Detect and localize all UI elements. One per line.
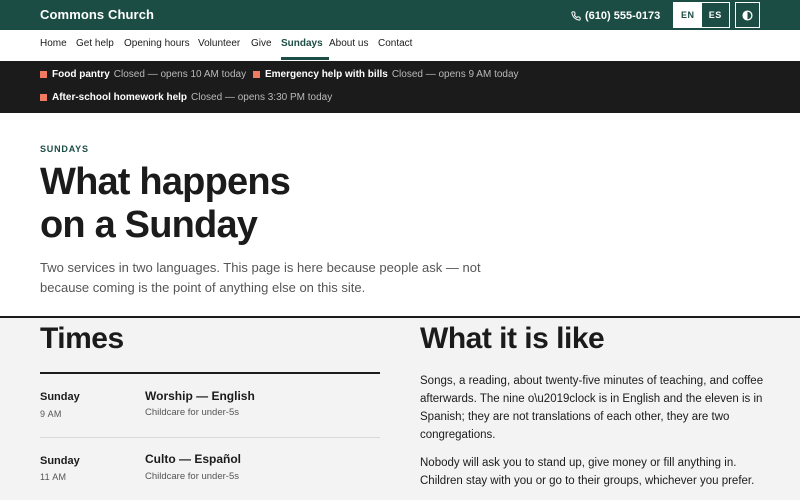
status-emergency-bills[interactable]: Emergency help with bills Closed — opens…	[253, 69, 519, 80]
nav-get-help[interactable]: Get help	[76, 38, 114, 49]
times-heading: Times	[40, 322, 124, 355]
lang-es-button[interactable]: ES	[702, 3, 730, 27]
phone-link[interactable]: (610) 555-0173	[571, 9, 660, 22]
contrast-icon	[742, 9, 753, 21]
lang-en-button[interactable]: EN	[674, 3, 702, 27]
hero-section: SUNDAYS What happens on a Sunday Two ser…	[0, 113, 800, 317]
service-status-bar: Food pantry Closed — opens 10 AM today E…	[0, 61, 800, 113]
nav-volunteer[interactable]: Volunteer	[198, 38, 240, 49]
section-eyebrow: SUNDAYS	[40, 144, 89, 154]
nav-give[interactable]: Give	[251, 38, 272, 49]
status-name: After-school homework help	[52, 92, 188, 103]
nav-about-us[interactable]: About us	[329, 38, 368, 49]
status-square-icon	[253, 71, 260, 78]
status-food-pantry[interactable]: Food pantry Closed — opens 10 AM today	[40, 69, 246, 80]
status-text: Closed — opens 10 AM today	[113, 69, 247, 80]
status-name: Emergency help with bills	[265, 69, 388, 80]
status-name: Food pantry	[52, 69, 110, 80]
status-homework-help[interactable]: After-school homework help Closed — open…	[40, 92, 332, 103]
lead-paragraph: Two services in two languages. This page…	[40, 260, 481, 295]
service-day: Sunday	[40, 391, 80, 403]
nav-sundays[interactable]: Sundays	[281, 38, 323, 49]
service-time: 11 AM	[40, 472, 67, 482]
status-square-icon	[40, 94, 47, 101]
status-text: Closed — opens 3:30 PM today	[191, 92, 333, 103]
service-note: Childcare for under-5s	[145, 407, 239, 418]
page-title-line-1: What happens	[40, 161, 291, 203]
service-time: 9 AM	[40, 409, 62, 419]
page-title-line-2: on a Sunday	[40, 204, 258, 246]
service-name: Culto — Español	[145, 452, 241, 466]
nav-home[interactable]: Home	[40, 38, 67, 49]
service-note: Childcare for under-5s	[145, 471, 239, 482]
phone-number: (610) 555-0173	[585, 9, 661, 22]
status-square-icon	[40, 71, 47, 78]
top-bar: Commons Church (610) 555-0173 EN ES	[0, 0, 800, 30]
times-rule	[40, 372, 380, 374]
main-nav: Home Get help Opening hours Volunteer Gi…	[0, 30, 800, 61]
status-text: Closed — opens 9 AM today	[391, 69, 519, 80]
section-divider	[0, 316, 800, 318]
contrast-toggle-button[interactable]	[735, 2, 760, 28]
phone-icon	[571, 10, 581, 21]
service-name: Worship — English	[145, 389, 255, 403]
nav-opening-hours[interactable]: Opening hours	[124, 38, 190, 49]
nav-active-indicator	[281, 57, 329, 60]
site-brand[interactable]: Commons Church	[40, 7, 154, 22]
description-paragraph-1: Songs, a reading, about twenty-five minu…	[420, 375, 764, 441]
description-paragraph-2: Nobody will ask you to stand up, give mo…	[420, 457, 755, 487]
language-switcher: EN ES	[673, 2, 730, 28]
nav-contact[interactable]: Contact	[378, 38, 412, 49]
page-title: What happens on a Sunday	[40, 161, 440, 247]
what-it-is-like-heading: What it is like	[420, 322, 605, 355]
row-divider	[40, 437, 380, 438]
service-day: Sunday	[40, 455, 80, 467]
